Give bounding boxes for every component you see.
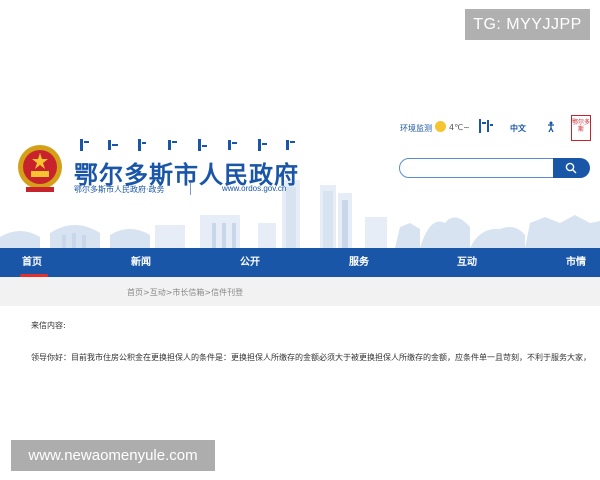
city-seal-logo: 鄂尔多斯 xyxy=(571,115,591,141)
letter-heading: 来信内容: xyxy=(31,321,66,330)
nav-item-label: 公开 xyxy=(240,257,260,268)
nav-item-services[interactable]: 服务 xyxy=(349,248,369,277)
nav-item-label: 服务 xyxy=(349,257,369,268)
temperature-readout: 4℃~ xyxy=(449,123,470,132)
nav-item-news[interactable]: 新闻 xyxy=(131,248,151,277)
nav-item-city-info[interactable]: 市情 xyxy=(566,248,586,277)
search-button[interactable] xyxy=(553,158,590,178)
letter-body: 领导你好：目前我市住房公积金在更换担保人的条件是：更换担保人所缴存的金额必须大于… xyxy=(31,353,591,362)
sun-icon xyxy=(435,121,446,132)
mongolian-script-title xyxy=(80,139,295,151)
national-emblem-icon xyxy=(18,145,62,192)
env-monitor-link[interactable]: 环境监测 xyxy=(400,123,432,134)
nav-item-label: 新闻 xyxy=(131,257,151,268)
accessibility-icon[interactable] xyxy=(545,121,557,133)
chinese-language-link[interactable]: 中文 xyxy=(510,123,526,134)
nav-item-home[interactable]: 首页 xyxy=(20,248,48,277)
nav-item-label: 互动 xyxy=(457,257,477,268)
mongolian-language-link[interactable] xyxy=(477,118,495,134)
search-input[interactable] xyxy=(399,158,554,178)
site-subtitle: 鄂尔多斯市人民政府·政务 xyxy=(74,185,165,194)
site-header: 鄂尔多斯市人民政府 鄂尔多斯市人民政府·政务 www.ordos.gov.cn … xyxy=(0,105,600,248)
nav-item-label: 首页 xyxy=(22,257,42,268)
search-icon xyxy=(565,162,577,174)
breadcrumb-bar: 首页>互动>市长信箱>信件刊登 xyxy=(0,277,600,306)
breadcrumb[interactable]: 首页>互动>市长信箱>信件刊登 xyxy=(127,277,243,308)
watermark-top: TG: MYYJJPP xyxy=(465,9,590,40)
main-nav: 首页 新闻 公开 服务 互动 市情 xyxy=(0,248,600,277)
nav-item-label: 市情 xyxy=(566,257,586,268)
site-url: www.ordos.gov.cn xyxy=(222,184,287,193)
watermark-bottom: www.newaomenyule.com xyxy=(11,440,215,471)
header-divider xyxy=(190,183,191,195)
nav-item-interaction[interactable]: 互动 xyxy=(457,248,477,277)
nav-item-public[interactable]: 公开 xyxy=(240,248,260,277)
